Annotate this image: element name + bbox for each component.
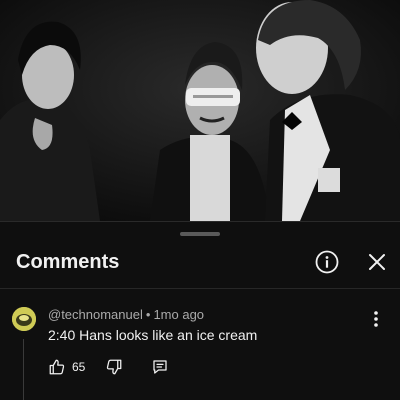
comment-item: @technomanuel • 1mo ago 2:40 Hans looks li… <box>0 289 400 400</box>
more-vertical-icon <box>374 311 378 327</box>
like-count: 65 <box>72 360 86 374</box>
reply-icon <box>153 360 167 374</box>
comment-more-button[interactable] <box>366 309 386 329</box>
close-icon <box>369 254 385 270</box>
sheet-title: Comments <box>16 251 120 273</box>
comment-author[interactable]: @technomanuel <box>48 307 143 322</box>
video-still-image <box>0 0 400 221</box>
info-icon <box>315 250 339 274</box>
comment-meta: @technomanuel • 1mo ago <box>48 307 204 322</box>
drag-handle[interactable] <box>180 232 220 236</box>
avatar-image <box>12 307 36 331</box>
thread-line <box>23 339 24 400</box>
video-frame[interactable] <box>0 0 400 221</box>
thumbs-up-icon <box>49 359 65 375</box>
meta-separator: • <box>145 307 151 322</box>
like-button[interactable]: 65 <box>48 358 85 376</box>
comment-text: 2:40 Hans looks like an ice cream <box>48 327 258 343</box>
thumbs-down-icon <box>107 359 122 375</box>
info-button[interactable] <box>314 249 340 275</box>
avatar[interactable] <box>12 307 36 331</box>
comments-sheet: Comments @technomanuel • 1mo ago 2:40 Hans… <box>0 221 400 400</box>
dislike-button[interactable] <box>105 358 123 376</box>
comment-time: 1mo ago <box>153 307 205 322</box>
reply-button[interactable] <box>151 358 169 376</box>
comment-actions: 65 <box>48 357 169 377</box>
close-button[interactable] <box>364 249 390 275</box>
